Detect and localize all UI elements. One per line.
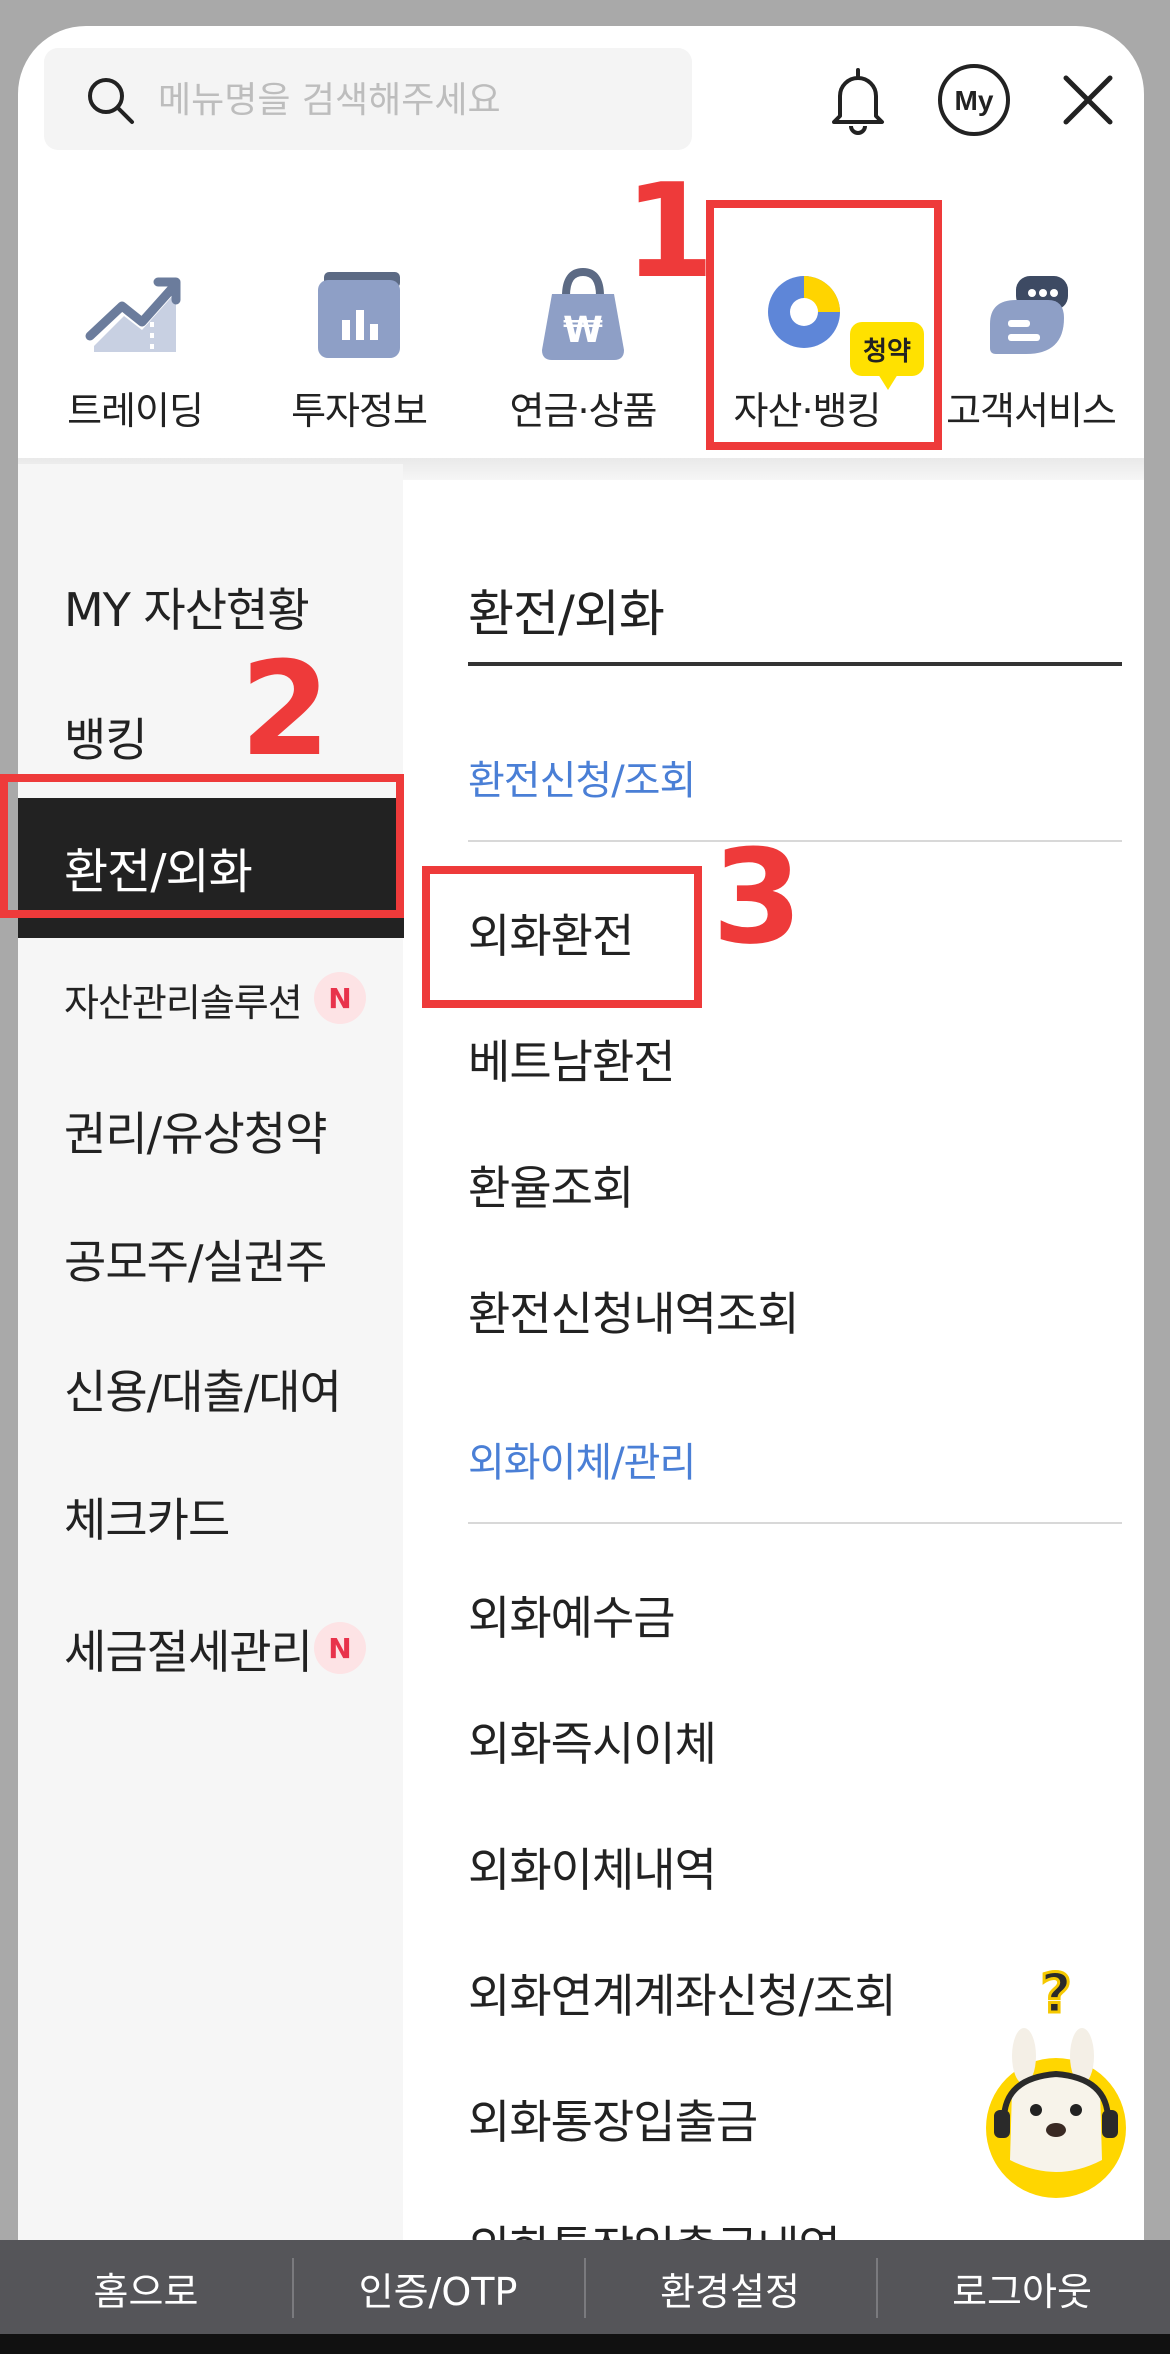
chat-bubble-icon [990, 276, 1068, 354]
left-menu-my-assets[interactable]: MY 자산현황 [64, 574, 310, 640]
home-button[interactable]: 홈으로 [0, 2240, 292, 2336]
left-menu-check-card[interactable]: 체크카드 [64, 1484, 230, 1550]
chart-up-icon [85, 277, 181, 352]
bell-icon[interactable] [818, 60, 898, 140]
menu-item-vietnam-exchange[interactable]: 베트남환전 [468, 1026, 676, 1092]
section-exchange-request: 환전신청/조회 [468, 758, 696, 804]
title-divider [468, 662, 1122, 666]
category-row: 트레이딩 투자정보 ₩ 연금·상품 자산·뱅킹 고객서비스 [18, 200, 1144, 460]
section-divider [468, 1522, 1122, 1524]
annotation-number-3: 3 [712, 821, 803, 973]
left-menu-rights-subscription[interactable]: 권리/유상청약 [64, 1098, 327, 1164]
left-menu-credit-loan[interactable]: 신용/대출/대여 [64, 1356, 342, 1422]
new-badge: N [314, 972, 366, 1024]
left-menu-banking[interactable]: 뱅킹 [64, 704, 148, 770]
menu-item-rate-lookup[interactable]: 환율조회 [468, 1152, 634, 1218]
new-badge: N [314, 1622, 366, 1674]
otp-button[interactable]: 인증/OTP [292, 2240, 584, 2336]
svg-text:?: ? [1040, 1962, 1071, 2025]
report-icon [318, 272, 400, 358]
search-icon [88, 78, 134, 124]
left-menu-ipo[interactable]: 공모주/실권주 [64, 1226, 327, 1292]
my-page-icon[interactable]: My [934, 60, 1014, 140]
category-label: 투자정보 [291, 389, 428, 433]
svg-text:₩: ₩ [563, 310, 603, 351]
search-input[interactable] [156, 48, 680, 152]
my-label: My [955, 85, 994, 116]
menu-item-exchange-history[interactable]: 환전신청내역조회 [468, 1278, 800, 1344]
menu-item-fx-instant-transfer[interactable]: 외화즉시이체 [468, 1708, 717, 1774]
annotation-box-3 [422, 866, 702, 1008]
category-label: 연금·상품 [509, 389, 658, 433]
left-menu-asset-solution[interactable]: 자산관리솔루션 [64, 972, 303, 1027]
category-label: 고객서비스 [946, 389, 1117, 433]
category-customer-service[interactable]: 고객서비스 [926, 200, 1136, 460]
logout-button[interactable]: 로그아웃 [876, 2240, 1168, 2336]
money-bag-icon: ₩ [542, 267, 624, 360]
annotation-number-1: 1 [624, 155, 715, 307]
menu-item-fx-linked-account[interactable]: 외화연계계좌신청/조회 [468, 1960, 897, 2026]
help-mascot-icon[interactable]: ? [964, 1960, 1134, 2200]
annotation-number-2: 2 [240, 633, 331, 785]
menu-item-fx-deposit[interactable]: 외화예수금 [468, 1582, 676, 1648]
close-icon[interactable] [1048, 60, 1128, 140]
annotation-box-1 [706, 200, 942, 450]
left-menu-tax[interactable]: 세금절세관리 [64, 1616, 313, 1682]
right-menu-title: 환전/외화 [468, 585, 665, 643]
category-trading[interactable]: 트레이딩 [30, 200, 240, 460]
menu-item-fx-passbook[interactable]: 외화통장입출금 [468, 2086, 758, 2152]
category-label: 트레이딩 [67, 389, 204, 433]
search-box[interactable] [44, 48, 692, 152]
section-fx-transfer: 외화이체/관리 [468, 1440, 696, 1486]
category-investment-info[interactable]: 투자정보 [254, 200, 464, 460]
annotation-box-2 [0, 774, 404, 918]
settings-button[interactable]: 환경설정 [584, 2240, 876, 2336]
system-nav-strip [0, 2334, 1170, 2354]
menu-item-fx-transfer-history[interactable]: 외화이체내역 [468, 1834, 717, 1900]
